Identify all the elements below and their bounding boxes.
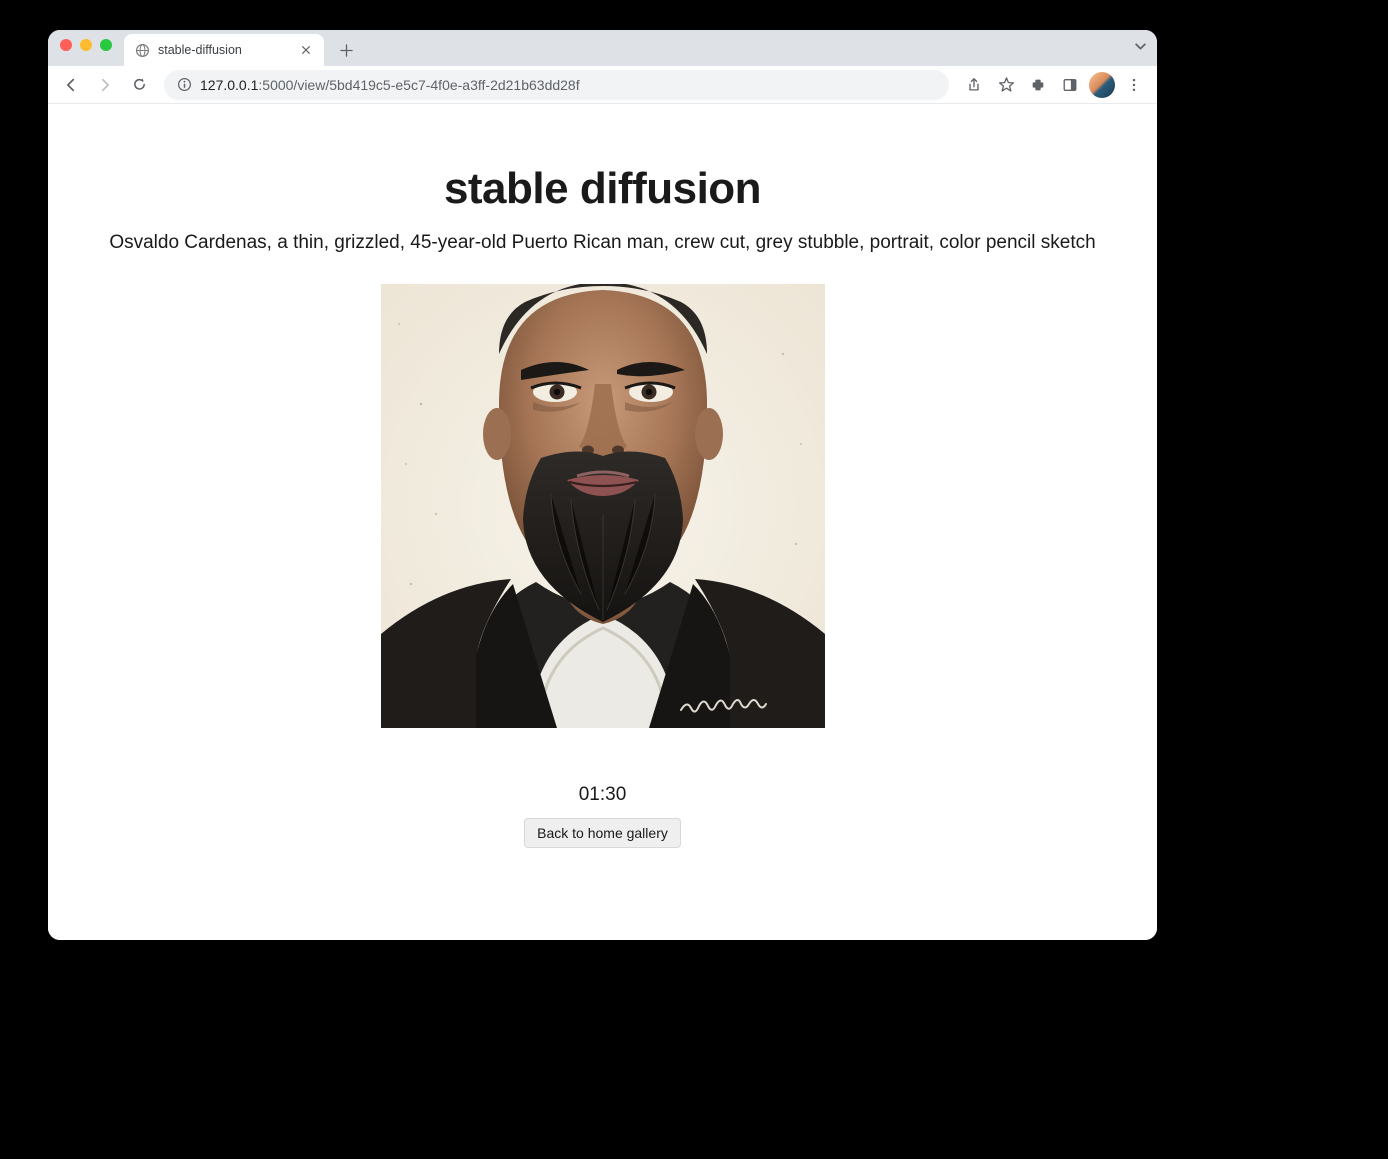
address-bar[interactable]: 127.0.0.1:5000/view/5bd419c5-e5c7-4f0e-a… [164,70,949,100]
share-icon[interactable] [959,70,989,100]
fullscreen-window-button[interactable] [100,39,112,51]
url-host: 127.0.0.1 [200,77,258,93]
prompt-text: Osvaldo Cardenas, a thin, grizzled, 45-y… [48,232,1157,254]
site-info-icon[interactable] [176,77,192,93]
browser-window: stable-diffusion 1 [48,30,1157,940]
forward-button[interactable] [90,70,120,100]
page-title: stable diffusion [48,164,1157,214]
tab-close-icon[interactable] [298,42,314,58]
page-content: stable diffusion Osvaldo Cardenas, a thi… [48,104,1157,940]
url-text: 127.0.0.1:5000/view/5bd419c5-e5c7-4f0e-a… [200,77,580,93]
url-path: :5000/view/5bd419c5-e5c7-4f0e-a3ff-2d21b… [258,77,579,93]
back-to-gallery-button[interactable]: Back to home gallery [524,818,681,848]
new-tab-button[interactable] [332,36,360,64]
toolbar-actions [959,70,1149,100]
kebab-menu-icon[interactable] [1119,70,1149,100]
sidepanel-icon[interactable] [1055,70,1085,100]
tab-title: stable-diffusion [158,43,290,57]
minimize-window-button[interactable] [80,39,92,51]
tab-strip: stable-diffusion [124,30,360,66]
reload-button[interactable] [124,70,154,100]
window-controls [60,30,112,66]
globe-icon [134,42,150,58]
browser-toolbar: 127.0.0.1:5000/view/5bd419c5-e5c7-4f0e-a… [48,66,1157,104]
close-window-button[interactable] [60,39,72,51]
profile-avatar[interactable] [1089,72,1115,98]
titlebar: stable-diffusion [48,30,1157,66]
generated-image [381,284,825,728]
elapsed-time: 01:30 [48,784,1157,806]
back-button[interactable] [56,70,86,100]
bookmark-star-icon[interactable] [991,70,1021,100]
tabs-dropdown-icon[interactable] [1134,40,1147,56]
extensions-icon[interactable] [1023,70,1053,100]
browser-tab-active[interactable]: stable-diffusion [124,34,324,66]
